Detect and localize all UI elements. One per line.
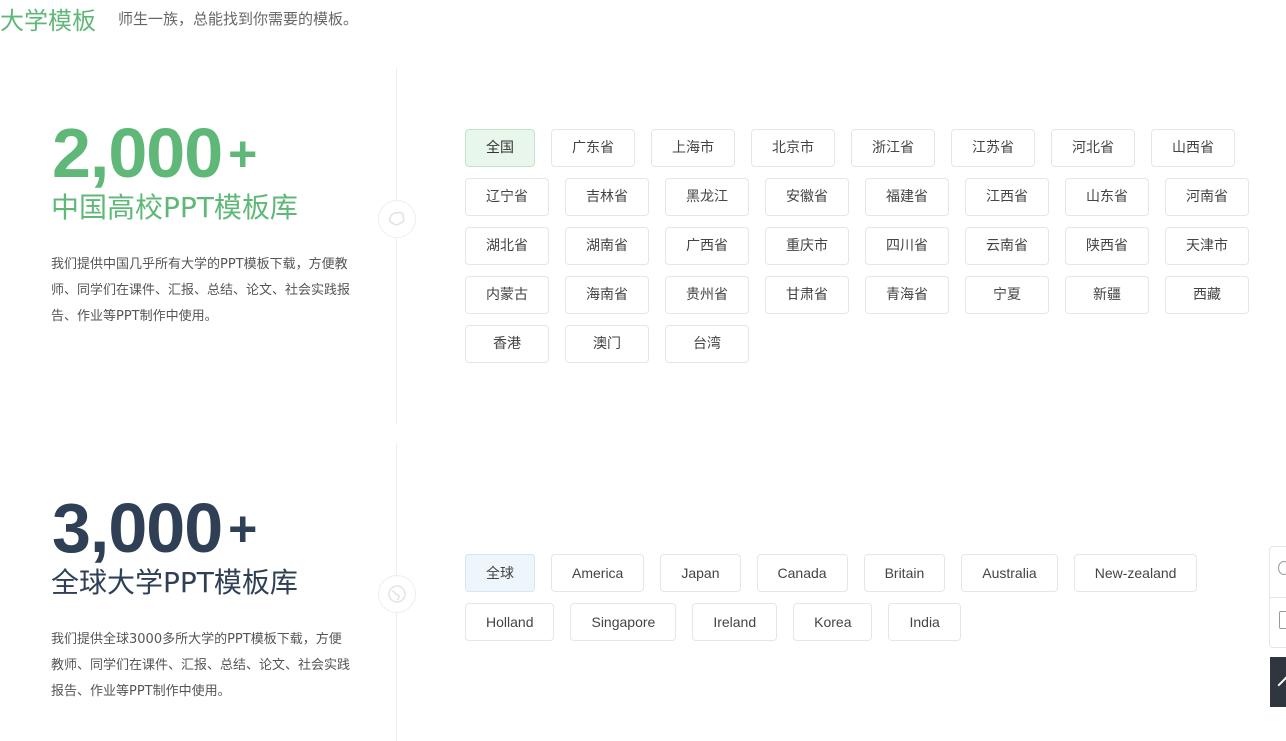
country-tag[interactable]: Korea bbox=[793, 603, 873, 641]
region-tag[interactable]: 青海省 bbox=[865, 276, 949, 314]
region-tag[interactable]: 海南省 bbox=[565, 276, 649, 314]
region-tag[interactable]: 甘肃省 bbox=[765, 276, 849, 314]
region-tag[interactable]: 辽宁省 bbox=[465, 178, 549, 216]
world-library-title: 全球大学PPT模板库 bbox=[51, 566, 298, 599]
region-tag[interactable]: 西藏 bbox=[1165, 276, 1249, 314]
region-tag[interactable]: 台湾 bbox=[665, 325, 749, 363]
region-tag[interactable]: 山东省 bbox=[1065, 178, 1149, 216]
country-tag[interactable]: Japan bbox=[660, 554, 741, 592]
country-tag[interactable]: Britain bbox=[863, 554, 946, 592]
region-tag[interactable]: 陕西省 bbox=[1065, 227, 1149, 265]
region-tag-list: 全国 广东省 上海市 北京市 浙江省 江苏省 河北省 山西省辽宁省 吉林省 黑龙江 安徽省 福建省 江西… bbox=[465, 129, 1265, 374]
region-tag[interactable]: 安徽省 bbox=[765, 178, 849, 216]
world-template-count: 3,000 + bbox=[52, 489, 257, 567]
country-tag[interactable]: Canada bbox=[756, 554, 848, 592]
country-tag[interactable]: America bbox=[551, 554, 645, 592]
region-tag[interactable]: 香港 bbox=[465, 325, 549, 363]
china-library-description: 我们提供中国几乎所有大学的PPT模板下载，方便教师、同学们在课件、汇报、总结、论… bbox=[51, 257, 351, 324]
china-library-section: 2,000 + 中国高校PPT模板库 我们提供中国几乎所有大学的PPT模板下载，方… bbox=[0, 68, 1286, 424]
world-library-section: 3,000 + 全球大学PPT模板库 我们提供全球3000多所大学的PPT模板下载… bbox=[0, 443, 1286, 741]
divider-line bbox=[396, 68, 397, 424]
floating-toolbar bbox=[1269, 546, 1286, 648]
page-title: 大学模板 bbox=[0, 6, 96, 35]
country-tag[interactable]: New-zealand bbox=[1073, 554, 1198, 592]
region-tag[interactable]: 北京市 bbox=[751, 129, 835, 167]
region-tag[interactable]: 天津市 bbox=[1165, 227, 1249, 265]
region-tag[interactable]: 全国 bbox=[465, 129, 535, 167]
region-tag[interactable]: 湖北省 bbox=[465, 227, 549, 265]
region-tag[interactable]: 浙江省 bbox=[851, 129, 935, 167]
region-tag[interactable]: 重庆市 bbox=[765, 227, 849, 265]
toolbar-divider bbox=[1270, 597, 1286, 598]
region-tag[interactable]: 内蒙古 bbox=[465, 276, 549, 314]
chat-icon[interactable] bbox=[1278, 561, 1286, 575]
region-tag[interactable]: 河南省 bbox=[1165, 178, 1249, 216]
china-library-title: 中国高校PPT模板库 bbox=[51, 191, 298, 224]
region-tag[interactable]: 上海市 bbox=[651, 129, 735, 167]
china-template-count: 2,000 + bbox=[52, 114, 257, 192]
region-tag[interactable]: 宁夏 bbox=[965, 276, 1049, 314]
country-tag[interactable]: Singapore bbox=[570, 603, 677, 641]
globe-icon bbox=[378, 575, 416, 613]
region-tag[interactable]: 澳门 bbox=[565, 325, 649, 363]
country-tag[interactable]: 全球 bbox=[465, 554, 535, 592]
region-tag[interactable]: 湖南省 bbox=[565, 227, 649, 265]
region-tag[interactable]: 广西省 bbox=[665, 227, 749, 265]
region-tag[interactable]: 福建省 bbox=[865, 178, 949, 216]
world-library-description: 我们提供全球3000多所大学的PPT模板下载，方便教师、同学们在课件、汇报、总结… bbox=[51, 632, 351, 699]
back-to-top-button[interactable] bbox=[1270, 657, 1286, 707]
phone-icon[interactable] bbox=[1279, 611, 1286, 629]
country-tag[interactable]: Holland bbox=[465, 603, 555, 641]
region-tag[interactable]: 新疆 bbox=[1065, 276, 1149, 314]
region-tag[interactable]: 吉林省 bbox=[565, 178, 649, 216]
region-tag[interactable]: 山西省 bbox=[1151, 129, 1235, 167]
region-tag[interactable]: 云南省 bbox=[965, 227, 1049, 265]
page-subtitle: 师生一族，总能找到你需要的模板。 bbox=[118, 9, 359, 28]
country-tag[interactable]: Australia bbox=[961, 554, 1058, 592]
region-tag[interactable]: 黑龙江 bbox=[665, 178, 749, 216]
region-tag[interactable]: 广东省 bbox=[551, 129, 635, 167]
country-tag[interactable]: India bbox=[888, 603, 961, 641]
country-tag[interactable]: Ireland bbox=[692, 603, 778, 641]
region-tag[interactable]: 贵州省 bbox=[665, 276, 749, 314]
region-tag[interactable]: 江西省 bbox=[965, 178, 1049, 216]
country-tag-list: 全球 America Japan Canada Britain Australia New-… bbox=[465, 554, 1265, 652]
page-header: 大学模板 师生一族，总能找到你需要的模板。 bbox=[0, 0, 358, 36]
region-tag[interactable]: 河北省 bbox=[1051, 129, 1135, 167]
china-map-icon bbox=[378, 200, 416, 238]
region-tag[interactable]: 四川省 bbox=[865, 227, 949, 265]
region-tag[interactable]: 江苏省 bbox=[951, 129, 1035, 167]
